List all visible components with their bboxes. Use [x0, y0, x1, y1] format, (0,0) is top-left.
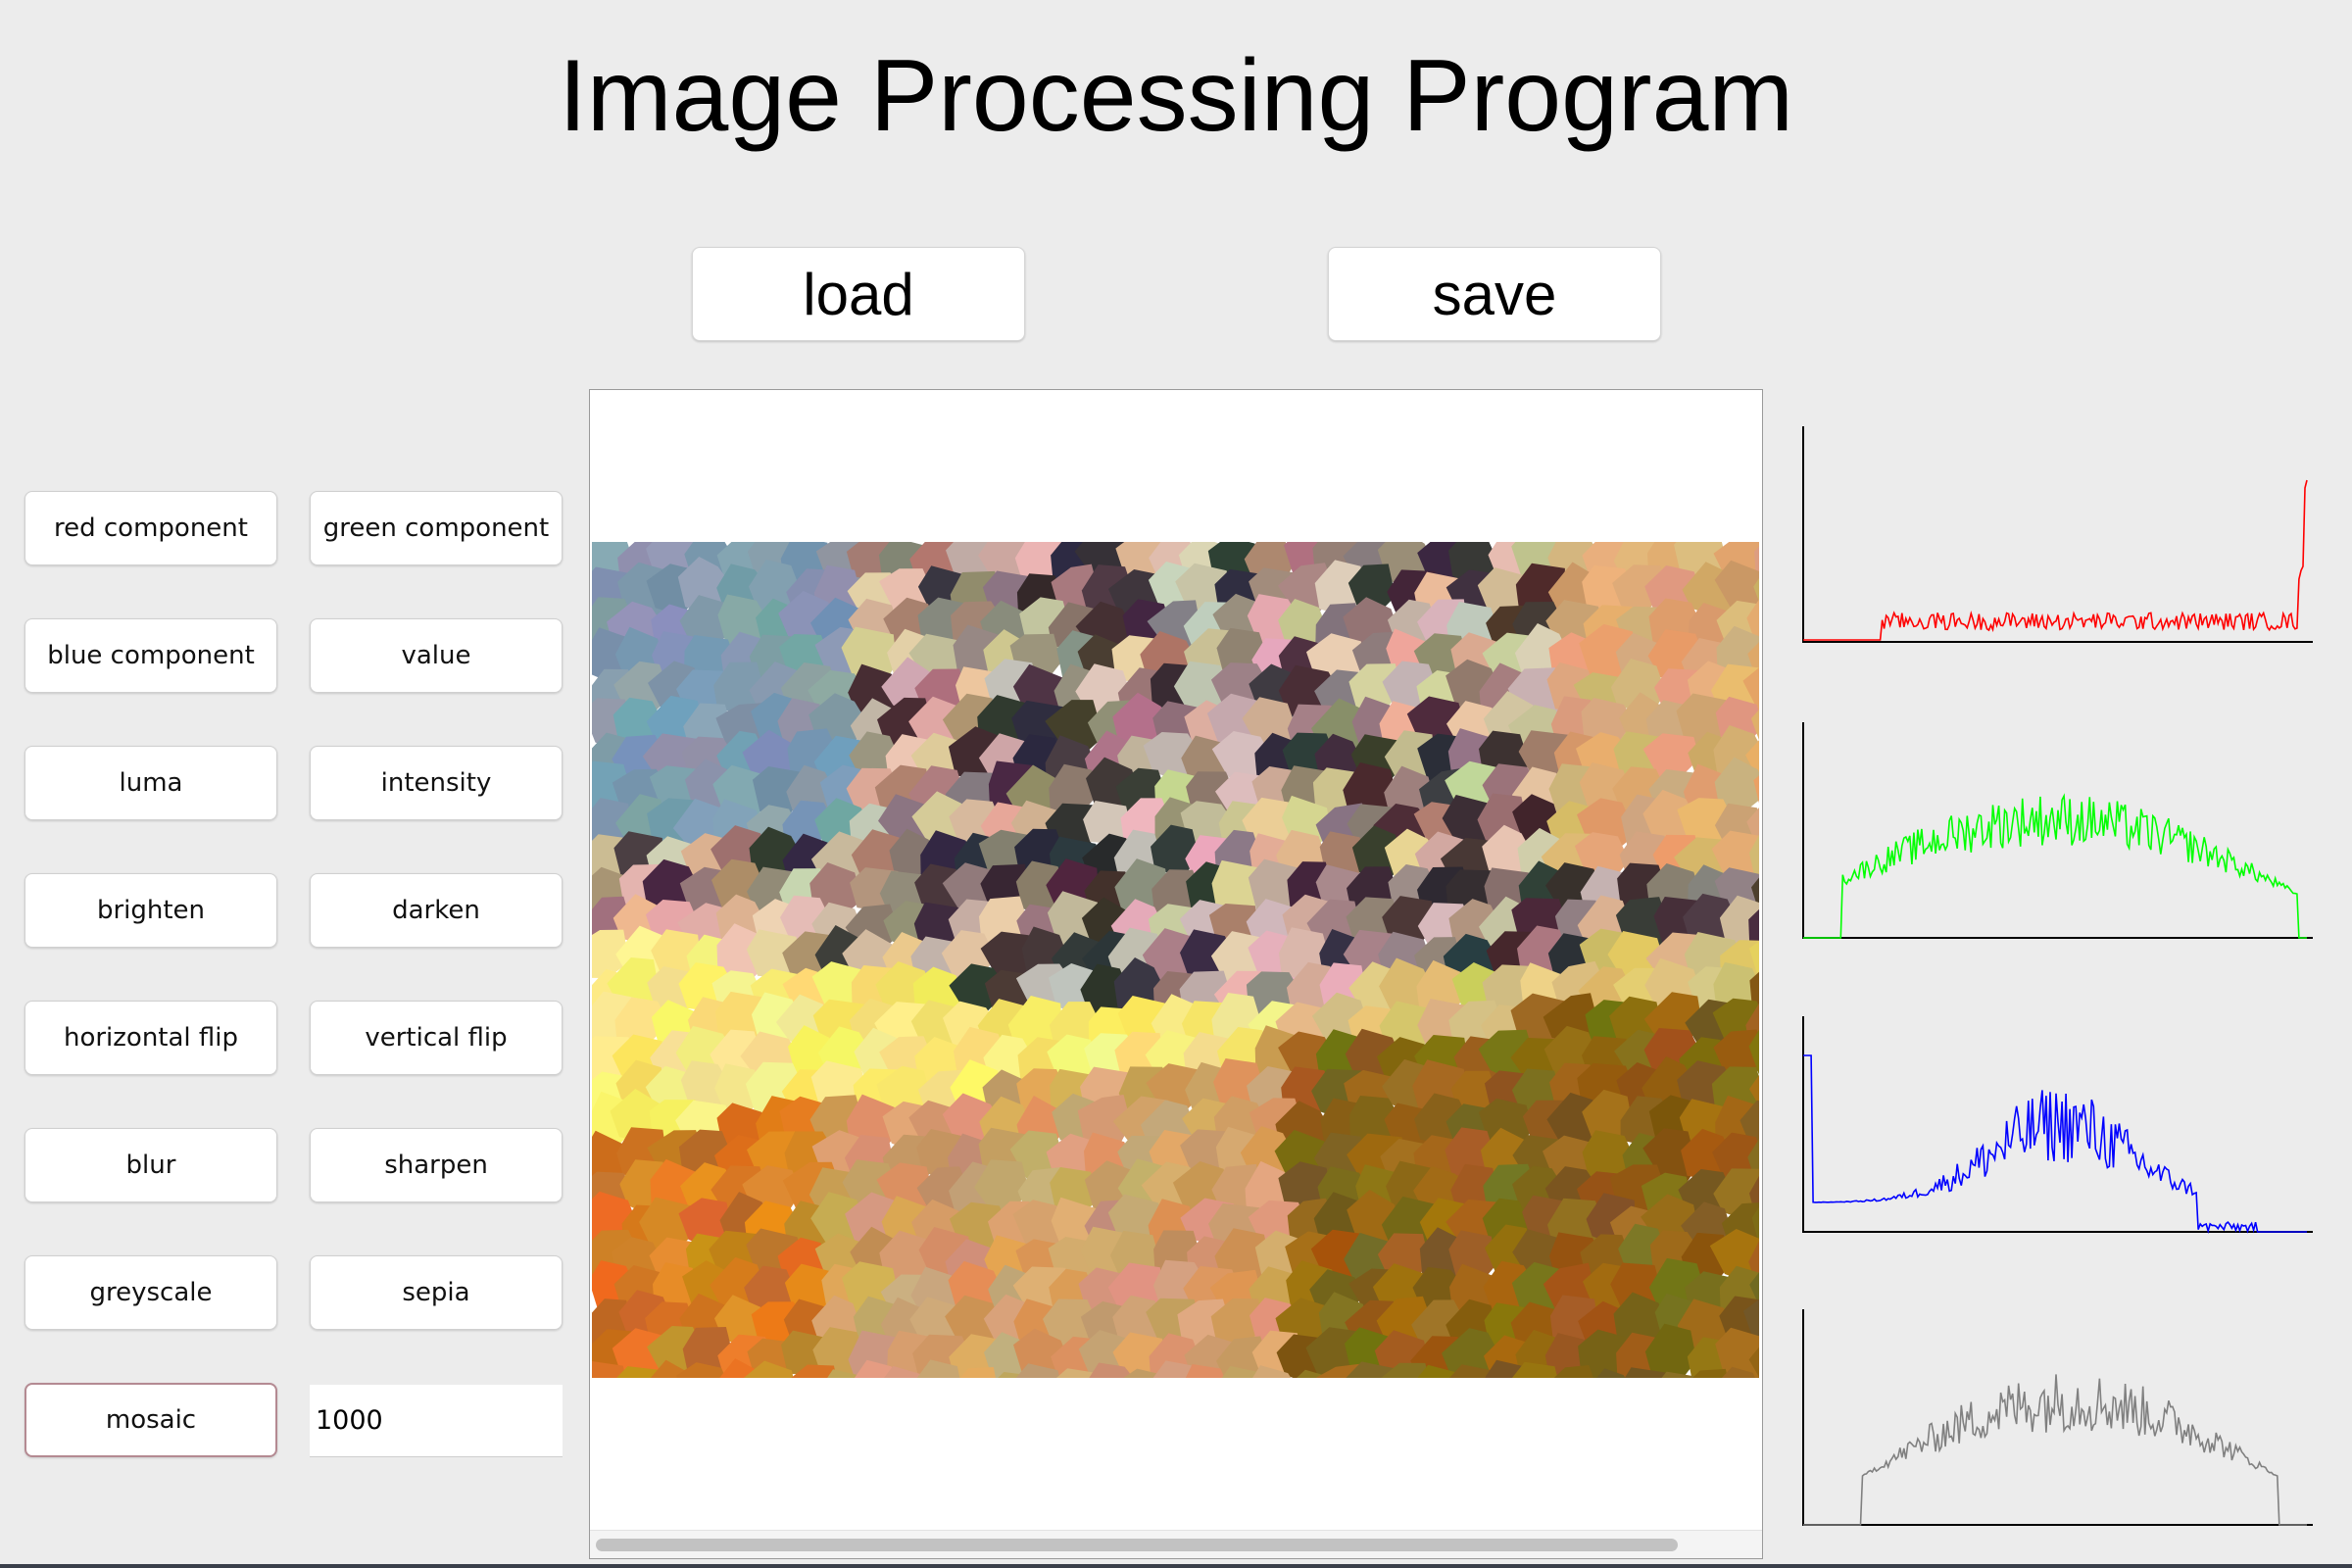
load-button[interactable]: load: [692, 247, 1025, 341]
horizontal-flip-button[interactable]: horizontal flip: [24, 1001, 277, 1075]
mosaic-seeds-input[interactable]: [310, 1385, 563, 1457]
sharpen-button[interactable]: sharpen: [310, 1128, 563, 1202]
mosaic-button[interactable]: mosaic: [24, 1383, 277, 1457]
greyscale-button[interactable]: greyscale: [24, 1255, 277, 1330]
brighten-button[interactable]: brighten: [24, 873, 277, 948]
horizontal-scrollbar[interactable]: [590, 1530, 1762, 1558]
app-title: Image Processing Program: [558, 39, 1794, 153]
green-component-button[interactable]: green component: [310, 491, 563, 565]
window-bottom-edge: [0, 1564, 2352, 1568]
blue-histogram-line: [1803, 1054, 2307, 1234]
red-histogram-line: [1803, 479, 2308, 641]
blue-histogram: [1802, 1016, 2313, 1234]
blur-button[interactable]: blur: [24, 1128, 277, 1202]
save-button[interactable]: save: [1328, 247, 1661, 341]
sepia-button[interactable]: sepia: [310, 1255, 563, 1330]
darken-button[interactable]: darken: [310, 873, 563, 948]
intensity-button[interactable]: intensity: [310, 746, 563, 820]
luma-button[interactable]: luma: [24, 746, 277, 820]
red-component-button[interactable]: red component: [24, 491, 277, 565]
vertical-flip-button[interactable]: vertical flip: [310, 1001, 563, 1075]
value-button[interactable]: value: [310, 618, 563, 693]
mosaic-image: [592, 542, 1759, 1378]
scrollbar-thumb[interactable]: [596, 1539, 1678, 1551]
green-histogram: [1802, 722, 2313, 939]
red-histogram: [1802, 426, 2313, 643]
image-viewer[interactable]: [589, 389, 1763, 1559]
intensity-histogram: [1802, 1309, 2313, 1526]
green-histogram-line: [1803, 793, 2307, 939]
intensity-histogram-line: [1803, 1374, 2307, 1526]
blue-component-button[interactable]: blue component: [24, 618, 277, 693]
